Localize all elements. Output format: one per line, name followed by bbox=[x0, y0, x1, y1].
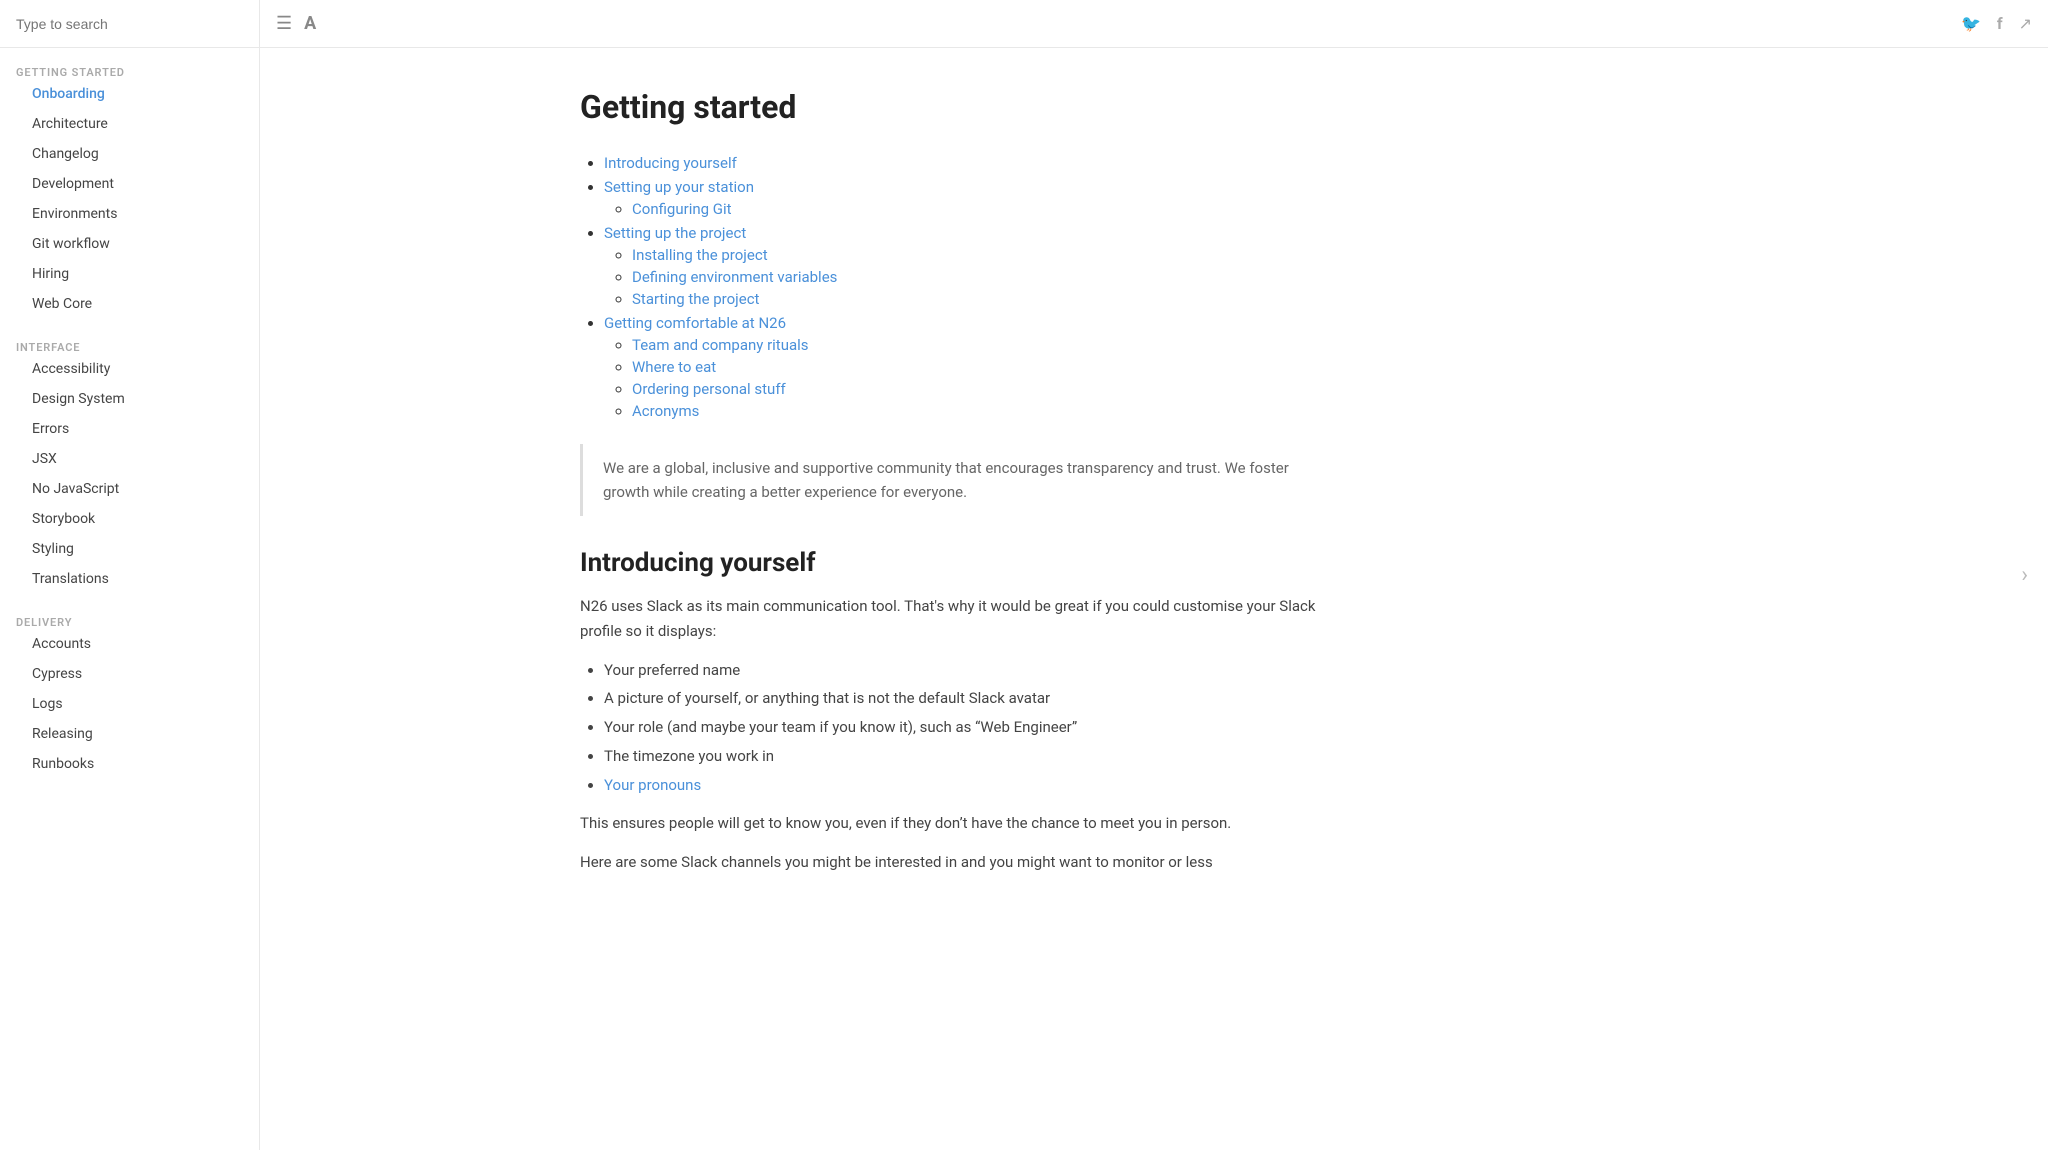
sidebar: GETTING STARTEDOnboardingArchitectureCha… bbox=[0, 0, 260, 1150]
nav-section-interface: INTERFACEAccessibilityDesign SystemError… bbox=[0, 323, 259, 598]
bullet-link[interactable]: Your pronouns bbox=[604, 776, 701, 794]
toc-sub-link[interactable]: Acronyms bbox=[632, 402, 699, 420]
toc-sub-link[interactable]: Team and company rituals bbox=[632, 336, 809, 354]
page-title: Getting started bbox=[580, 88, 1320, 126]
toc-sub-list: Team and company rituals Where to eat Orde… bbox=[604, 336, 1320, 420]
toc-sub-link[interactable]: Defining environment variables bbox=[632, 268, 837, 286]
sidebar-item-onboarding[interactable]: Onboarding bbox=[16, 79, 243, 109]
blockquote: We are a global, inclusive and supportiv… bbox=[580, 444, 1320, 516]
top-bar: ☰ A 🐦 f ↗ bbox=[260, 0, 2048, 48]
toc-sub-link[interactable]: Configuring Git bbox=[632, 200, 732, 218]
toc-sub-link[interactable]: Where to eat bbox=[632, 358, 716, 376]
sidebar-item-design-system[interactable]: Design System bbox=[16, 384, 243, 414]
facebook-icon[interactable]: f bbox=[1997, 14, 2003, 33]
sidebar-item-changelog[interactable]: Changelog bbox=[16, 139, 243, 169]
toc-link[interactable]: Getting comfortable at N26 bbox=[604, 314, 786, 332]
nav-section-label: DELIVERY bbox=[16, 616, 243, 629]
search-input[interactable] bbox=[16, 16, 243, 32]
sidebar-item-accessibility[interactable]: Accessibility bbox=[16, 354, 243, 384]
share-icons: 🐦 f ↗ bbox=[1961, 14, 2032, 33]
menu-icon[interactable]: ☰ bbox=[276, 13, 292, 34]
sidebar-item-environments[interactable]: Environments bbox=[16, 199, 243, 229]
sidebar-item-translations[interactable]: Translations bbox=[16, 564, 243, 594]
sidebar-item-styling[interactable]: Styling bbox=[16, 534, 243, 564]
toc-item: Setting up your station Configuring Git bbox=[604, 178, 1320, 218]
font-size-icon[interactable]: A bbox=[304, 13, 316, 34]
bullet-item: A picture of yourself, or anything that … bbox=[604, 686, 1320, 711]
toc-sub-item: Where to eat bbox=[632, 358, 1320, 376]
sidebar-item-runbooks[interactable]: Runbooks bbox=[16, 749, 243, 779]
section2-title: Introducing yourself bbox=[580, 548, 1320, 578]
toc-sub-link[interactable]: Ordering personal stuff bbox=[632, 380, 786, 398]
toc-item: Setting up the project Installing the pro… bbox=[604, 224, 1320, 308]
toc-sub-item: Acronyms bbox=[632, 402, 1320, 420]
toc-link[interactable]: Setting up your station bbox=[604, 178, 754, 196]
toc-sub-item: Defining environment variables bbox=[632, 268, 1320, 286]
toc-sub-list: Configuring Git bbox=[604, 200, 1320, 218]
sidebar-item-storybook[interactable]: Storybook bbox=[16, 504, 243, 534]
sidebar-item-logs[interactable]: Logs bbox=[16, 689, 243, 719]
bullet-item: Your role (and maybe your team if you kn… bbox=[604, 715, 1320, 740]
toc-sub-list: Installing the project Defining environme… bbox=[604, 246, 1320, 308]
sidebar-item-jsx[interactable]: JSX bbox=[16, 444, 243, 474]
next-page-button[interactable]: › bbox=[2021, 563, 2028, 588]
toc-item: Introducing yourself bbox=[604, 154, 1320, 172]
toc-sub-item: Starting the project bbox=[632, 290, 1320, 308]
toc-list: Introducing yourself Setting up your stat… bbox=[580, 154, 1320, 420]
toc-sub-item: Configuring Git bbox=[632, 200, 1320, 218]
nav-section-label: INTERFACE bbox=[16, 341, 243, 354]
toc-sub-link[interactable]: Starting the project bbox=[632, 290, 759, 308]
toc-sub-item: Team and company rituals bbox=[632, 336, 1320, 354]
toc-link[interactable]: Setting up the project bbox=[604, 224, 746, 242]
toc-item: Getting comfortable at N26 Team and compa… bbox=[604, 314, 1320, 420]
toc-sub-item: Ordering personal stuff bbox=[632, 380, 1320, 398]
sidebar-item-architecture[interactable]: Architecture bbox=[16, 109, 243, 139]
main-content: Getting started Introducing yourself Sett… bbox=[520, 48, 1380, 1150]
search-bar[interactable] bbox=[0, 0, 259, 48]
sidebar-item-git-workflow[interactable]: Git workflow bbox=[16, 229, 243, 259]
sidebar-item-releasing[interactable]: Releasing bbox=[16, 719, 243, 749]
nav-section-label: GETTING STARTED bbox=[16, 66, 243, 79]
toc-sub-link[interactable]: Installing the project bbox=[632, 246, 768, 264]
section2-body3: Here are some Slack channels you might b… bbox=[580, 850, 1320, 875]
sidebar-item-web-core[interactable]: Web Core bbox=[16, 289, 243, 319]
section2-body2: This ensures people will get to know you… bbox=[580, 811, 1320, 836]
sidebar-item-errors[interactable]: Errors bbox=[16, 414, 243, 444]
sidebar-item-development[interactable]: Development bbox=[16, 169, 243, 199]
nav-section-delivery: DELIVERYAccountsCypressLogsReleasingRunb… bbox=[0, 598, 259, 783]
section2-bullet-list: Your preferred name A picture of yourself… bbox=[580, 658, 1320, 798]
section2-body1: N26 uses Slack as its main communication… bbox=[580, 594, 1320, 644]
bullet-item: Your pronouns bbox=[604, 773, 1320, 798]
sidebar-item-hiring[interactable]: Hiring bbox=[16, 259, 243, 289]
sidebar-item-accounts[interactable]: Accounts bbox=[16, 629, 243, 659]
sidebar-item-cypress[interactable]: Cypress bbox=[16, 659, 243, 689]
toc-sub-item: Installing the project bbox=[632, 246, 1320, 264]
bullet-item: The timezone you work in bbox=[604, 744, 1320, 769]
share-icon[interactable]: ↗ bbox=[2019, 14, 2032, 33]
nav-sections: GETTING STARTEDOnboardingArchitectureCha… bbox=[0, 48, 259, 783]
bullet-item: Your preferred name bbox=[604, 658, 1320, 683]
nav-section-getting-started: GETTING STARTEDOnboardingArchitectureCha… bbox=[0, 48, 259, 323]
sidebar-item-no-javascript[interactable]: No JavaScript bbox=[16, 474, 243, 504]
toc-link[interactable]: Introducing yourself bbox=[604, 154, 737, 172]
twitter-icon[interactable]: 🐦 bbox=[1961, 14, 1981, 33]
